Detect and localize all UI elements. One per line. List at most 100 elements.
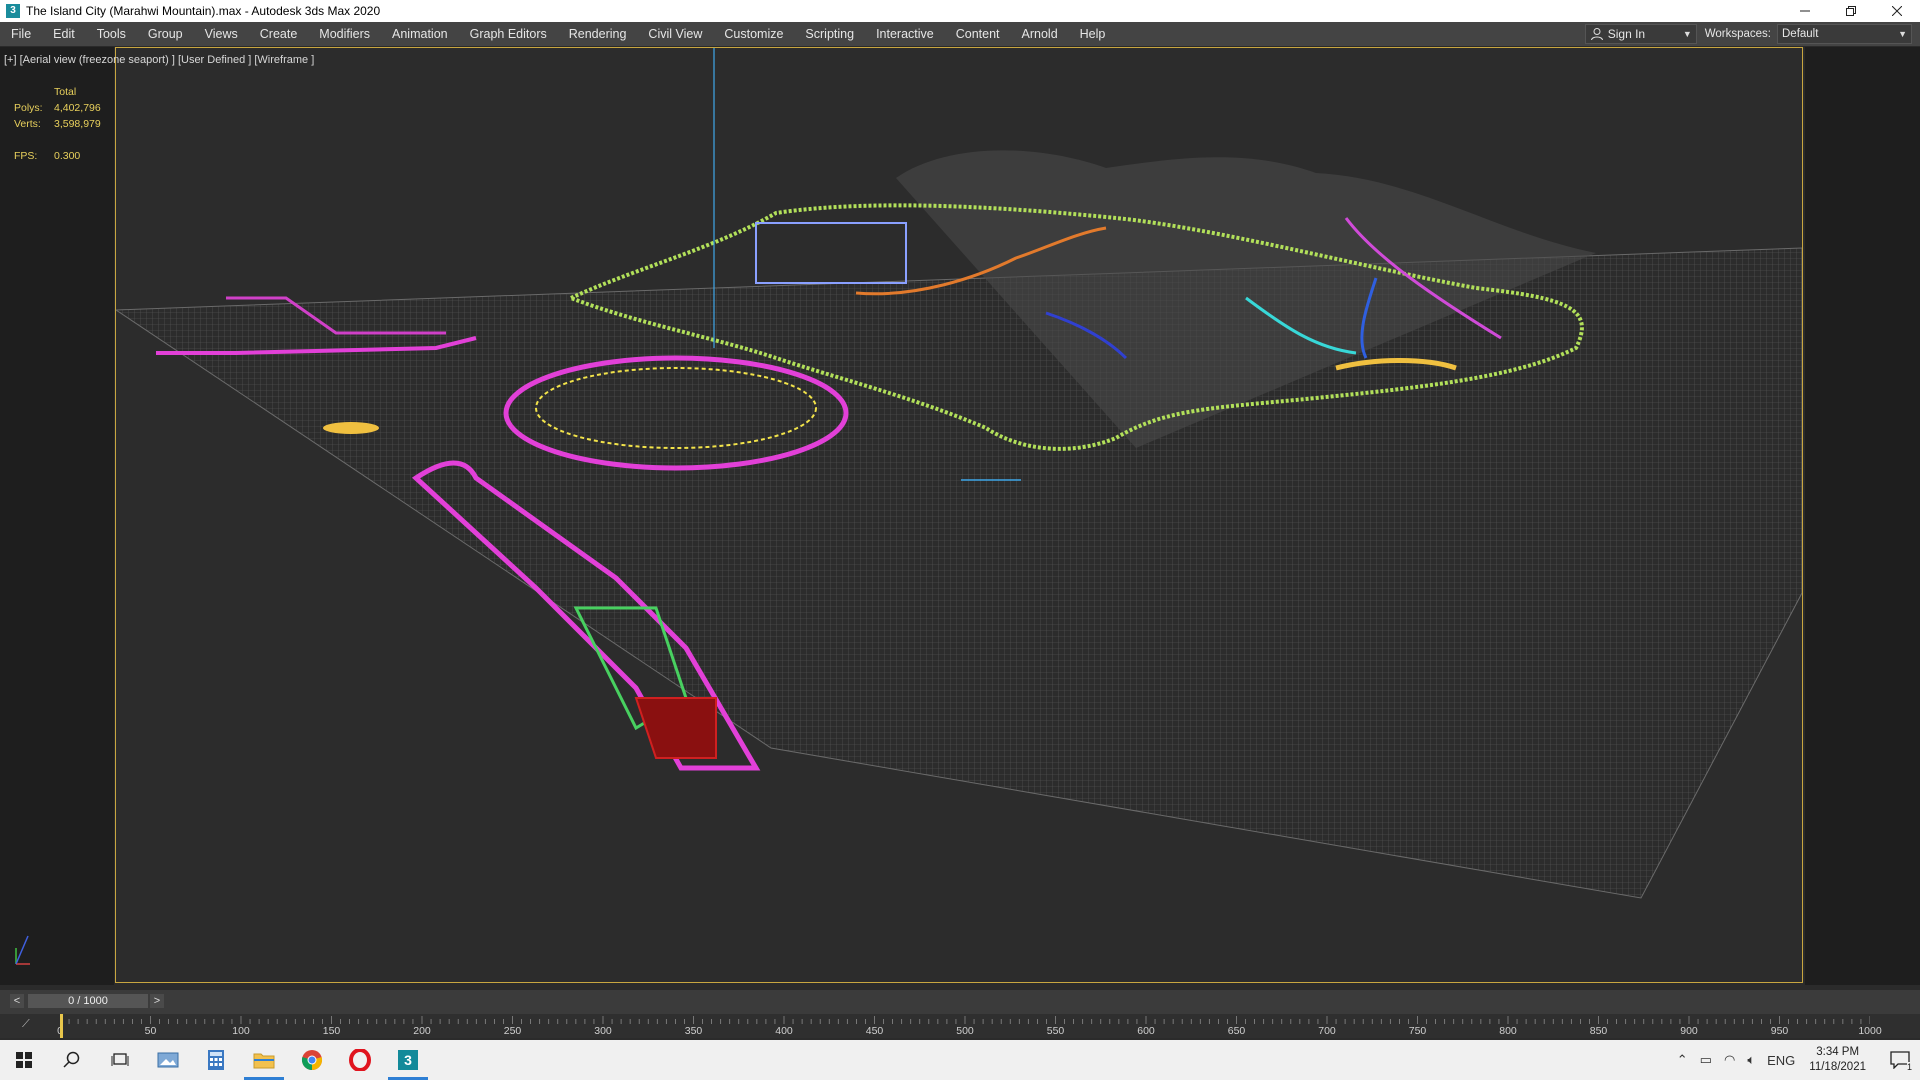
opera-app[interactable]	[336, 1040, 384, 1080]
menu-file[interactable]: File	[0, 22, 42, 46]
verts-value: 3,598,979	[54, 118, 101, 130]
windows-taskbar: 3 ⌃ ▭ ◠ 🔈︎ ENG 3:34 PM 11/18/2021 1	[0, 1040, 1920, 1080]
3dsmax-taskbar-app[interactable]: 3	[384, 1040, 432, 1080]
menu-civil-view[interactable]: Civil View	[637, 22, 713, 46]
menu-arnold[interactable]: Arnold	[1011, 22, 1069, 46]
viewport[interactable]	[115, 47, 1803, 983]
close-icon	[1892, 6, 1902, 16]
search-button[interactable]	[48, 1040, 96, 1080]
menu-create[interactable]: Create	[249, 22, 309, 46]
chrome-icon	[301, 1050, 323, 1071]
trackbar-tick-label: 450	[865, 1025, 884, 1037]
opera-icon	[349, 1049, 371, 1071]
ship-containers-red	[634, 697, 717, 759]
menu-bar: File Edit Tools Group Views Create Modif…	[0, 22, 1920, 47]
frame-cursor[interactable]	[60, 1014, 63, 1038]
3dsmax-app-icon[interactable]: 3	[6, 4, 20, 18]
trackbar-tick-label: 50	[144, 1025, 157, 1037]
trackbar-tick-label: 350	[684, 1025, 703, 1037]
folder-icon	[253, 1053, 275, 1069]
file-explorer-app[interactable]	[240, 1040, 288, 1080]
menu-group[interactable]: Group	[137, 22, 194, 46]
clock-date: 11/18/2021	[1809, 1061, 1866, 1073]
trackbar-tick-label: 600	[1137, 1025, 1155, 1037]
curve-editor-icon[interactable]: ⟋	[22, 1018, 30, 1031]
trackbar-tick-label: 550	[1046, 1025, 1065, 1037]
trackbar-tick-label: 1000	[1858, 1025, 1882, 1037]
photos-icon	[157, 1052, 179, 1068]
3dsmax-icon: 3	[398, 1050, 418, 1070]
menu-interactive[interactable]: Interactive	[865, 22, 945, 46]
trackbar-tick-label: 800	[1499, 1025, 1517, 1037]
trackbar-tick-label: 900	[1680, 1025, 1698, 1037]
clock[interactable]: 3:34 PM 11/18/2021	[1809, 1045, 1866, 1075]
svg-text:3: 3	[404, 1052, 412, 1068]
window-title: The Island City (Marahwi Mountain).max -…	[26, 4, 381, 18]
chevron-down-icon: ▼	[1898, 29, 1907, 39]
notifications-button[interactable]: 1	[1880, 1040, 1920, 1080]
trackbar-tick-label: 150	[322, 1025, 341, 1037]
verts-label: Verts:	[14, 118, 41, 130]
minimize-icon	[1800, 10, 1810, 12]
menu-help[interactable]: Help	[1069, 22, 1117, 46]
next-frame-button[interactable]: >	[150, 994, 164, 1008]
menu-customize[interactable]: Customize	[713, 22, 794, 46]
trackbar[interactable]: ⟋ 05010015020025030035040045050055060065…	[0, 1014, 1920, 1038]
calculator-app[interactable]	[192, 1040, 240, 1080]
battery-icon[interactable]: ▭	[1700, 1052, 1712, 1068]
close-button[interactable]	[1874, 0, 1920, 22]
trackbar-tick-label: 950	[1770, 1025, 1789, 1037]
terrain-plane	[116, 247, 1802, 899]
wireframe-scene	[116, 48, 1802, 899]
trackbar-tick-label: 850	[1589, 1025, 1608, 1037]
stats-total-label: Total	[54, 86, 77, 98]
volume-icon[interactable]: 🔈︎	[1747, 1052, 1755, 1068]
small-boat	[323, 422, 379, 434]
minimize-button[interactable]	[1782, 0, 1828, 22]
task-view-button[interactable]	[96, 1040, 144, 1080]
notification-count: 1	[1906, 1062, 1912, 1072]
left-panel	[0, 47, 114, 985]
time-slider[interactable]: 0 / 1000	[28, 994, 148, 1008]
axis-gizmo-icon	[15, 935, 30, 965]
wifi-icon[interactable]: ◠	[1724, 1052, 1735, 1068]
photos-app[interactable]	[144, 1040, 192, 1080]
workspaces-dropdown[interactable]: Default ▼	[1777, 24, 1912, 44]
trackbar-tick-label: 700	[1318, 1025, 1336, 1037]
prev-frame-button[interactable]: <	[10, 994, 24, 1008]
polys-label: Polys:	[14, 102, 43, 114]
menu-tools[interactable]: Tools	[86, 22, 137, 46]
search-icon	[63, 1051, 80, 1068]
polys-value: 4,402,796	[54, 102, 101, 114]
language-indicator[interactable]: ENG	[1767, 1053, 1795, 1068]
trackbar-ticks	[60, 1016, 1870, 1024]
menu-edit[interactable]: Edit	[42, 22, 86, 46]
system-tray: ⌃ ▭ ◠ 🔈︎ ENG 3:34 PM 11/18/2021 1	[1671, 1040, 1920, 1080]
viewport-label[interactable]: [+] [Aerial view (freezone seaport) ] [U…	[4, 54, 314, 66]
menu-rendering[interactable]: Rendering	[558, 22, 638, 46]
trackbar-tick-label: 500	[956, 1025, 974, 1037]
menu-views[interactable]: Views	[194, 22, 249, 46]
title-bar: 3 The Island City (Marahwi Mountain).max…	[0, 0, 1920, 22]
menu-content[interactable]: Content	[945, 22, 1011, 46]
sign-in-dropdown[interactable]: Sign In ▼	[1584, 24, 1697, 44]
restore-button[interactable]	[1828, 0, 1874, 22]
stats-fps-row: FPS: 0.300	[14, 148, 101, 164]
menu-scripting[interactable]: Scripting	[794, 22, 865, 46]
time-slider-bar: < 0 / 1000 >	[0, 990, 1920, 1014]
calculator-icon	[208, 1050, 224, 1070]
chevron-up-icon[interactable]: ⌃	[1677, 1052, 1688, 1068]
start-button[interactable]	[0, 1040, 48, 1080]
fps-label: FPS:	[14, 150, 38, 162]
restore-icon	[1846, 6, 1856, 16]
scene-statistics: Total Polys: 4,402,796 Verts: 3,598,979 …	[14, 84, 101, 164]
fps-value: 0.300	[54, 150, 81, 162]
menu-graph-editors[interactable]: Graph Editors	[459, 22, 558, 46]
menu-animation[interactable]: Animation	[381, 22, 459, 46]
chrome-app[interactable]	[288, 1040, 336, 1080]
workspaces-label: Workspaces:	[1704, 28, 1771, 40]
city-district	[755, 222, 907, 284]
stats-verts-row: Verts: 3,598,979	[14, 116, 101, 132]
menu-modifiers[interactable]: Modifiers	[308, 22, 381, 46]
trackbar-tick-label: 250	[503, 1025, 522, 1037]
